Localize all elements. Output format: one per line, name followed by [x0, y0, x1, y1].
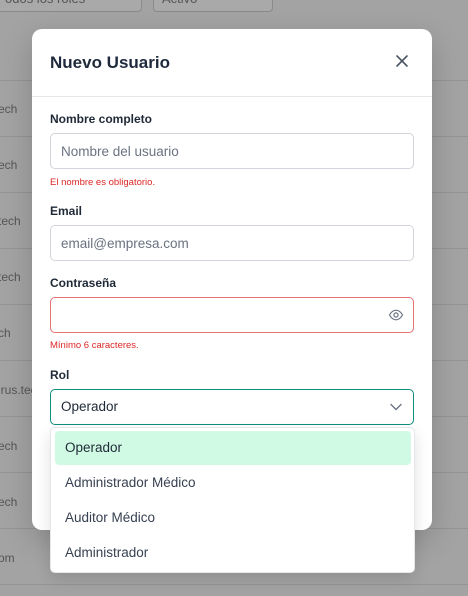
password-label: Contraseña [50, 276, 117, 290]
role-label: Rol [50, 368, 70, 382]
close-icon[interactable] [394, 53, 410, 69]
status-filter-select[interactable]: Activo [153, 0, 273, 12]
role-select[interactable]: Operador [50, 389, 414, 425]
table-row-email: ech [0, 102, 18, 116]
table-row-email: tech [0, 214, 21, 228]
email-input[interactable] [50, 225, 414, 261]
table-row-email: tech [0, 270, 21, 284]
table-divider [0, 584, 468, 585]
chevron-down-icon [390, 403, 402, 411]
role-option-administrador-medico[interactable]: Administrador Médico [55, 466, 411, 500]
role-option-administrador[interactable]: Administrador [55, 536, 411, 570]
table-row-email: ch [0, 326, 11, 340]
table-row-email: ech [0, 158, 18, 172]
filter-bar: odos los roles Activo [0, 0, 468, 30]
table-row-email: ech [0, 439, 18, 453]
role-option-operador[interactable]: Operador [55, 431, 411, 465]
modal-header: Nuevo Usuario [32, 29, 432, 97]
role-option-auditor-medico[interactable]: Auditor Médico [55, 501, 411, 535]
name-label: Nombre completo [50, 112, 153, 126]
role-select-value: Operador [61, 399, 119, 414]
role-dropdown: Operador Administrador Médico Auditor Mé… [50, 427, 415, 573]
password-error: Mínimo 6 caracteres. [50, 340, 139, 351]
email-label: Email [50, 204, 83, 218]
table-row-email: ech [0, 495, 18, 509]
name-error: El nombre es obligatorio. [50, 177, 156, 188]
modal-title: Nuevo Usuario [50, 53, 170, 72]
eye-icon[interactable] [388, 307, 404, 323]
password-input[interactable] [50, 297, 414, 333]
name-input[interactable] [50, 133, 414, 169]
role-filter-select[interactable]: odos los roles [0, 0, 142, 12]
table-row-email: om [0, 551, 15, 565]
